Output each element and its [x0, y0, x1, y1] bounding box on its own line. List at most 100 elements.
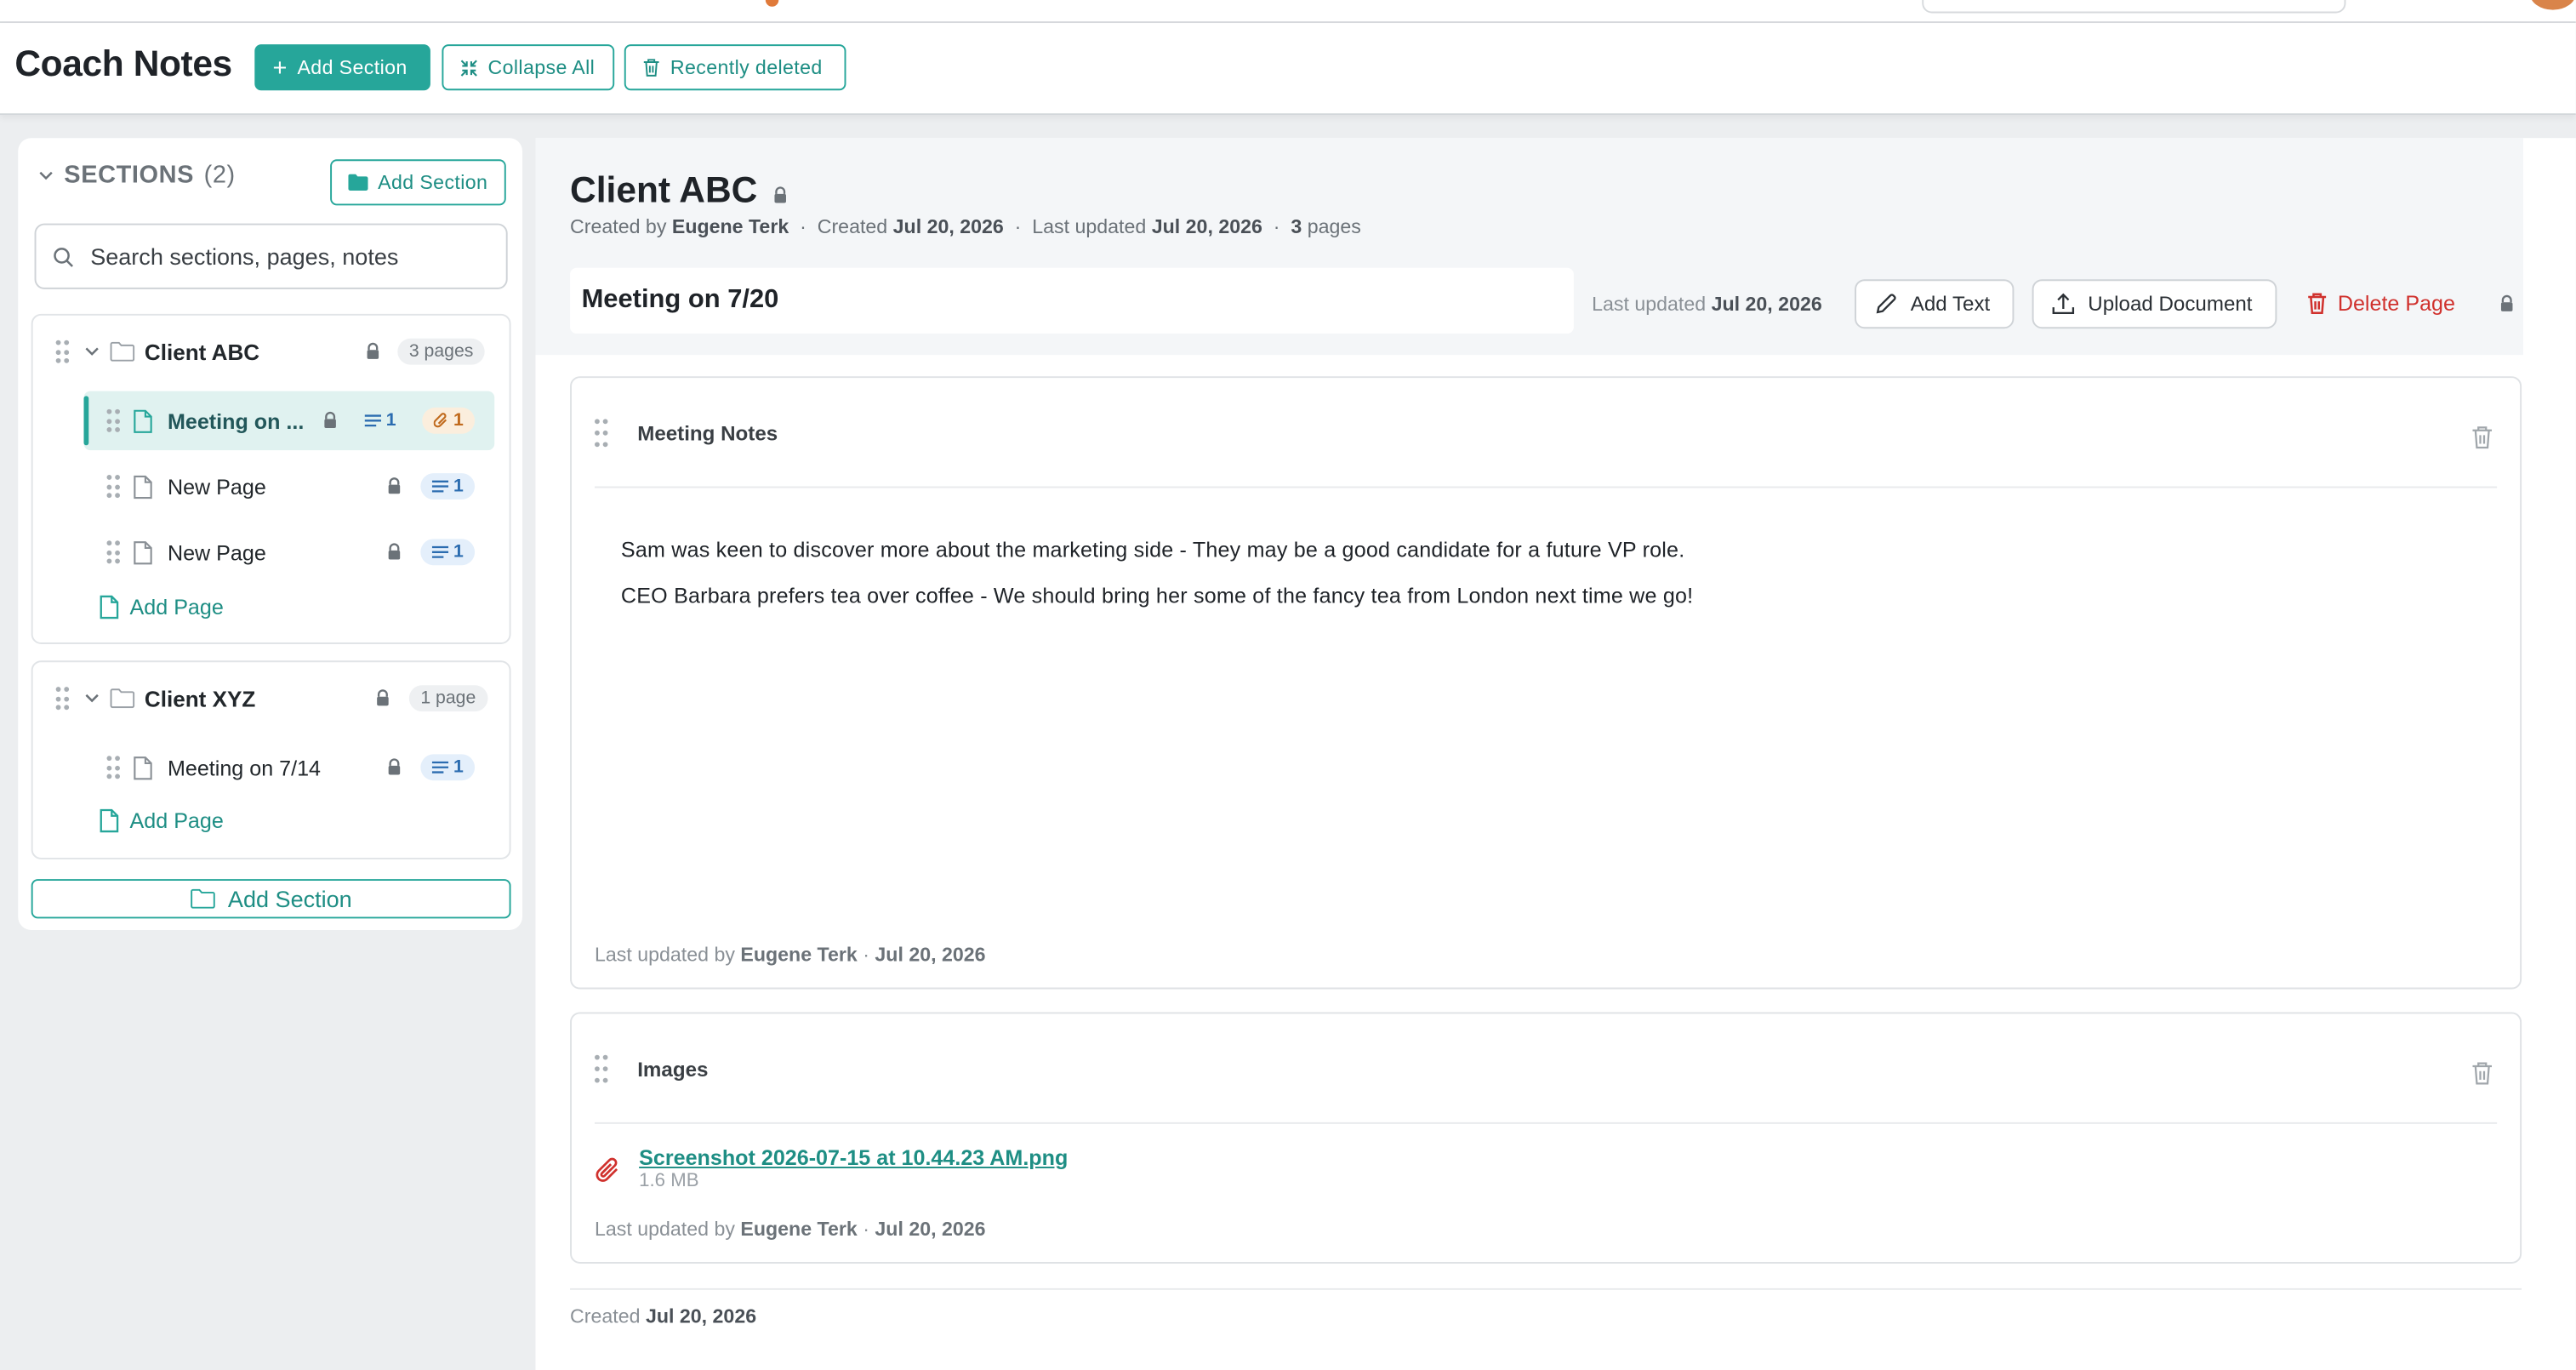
drag-handle-icon[interactable]	[106, 540, 120, 564]
section-row-client-abc[interactable]: Client ABC 3 pages	[33, 325, 510, 378]
lock-icon	[324, 411, 336, 429]
section-title: Client ABC	[570, 169, 790, 212]
drag-handle-icon[interactable]	[55, 340, 70, 363]
page-name: Meeting on ...	[167, 408, 305, 433]
page-item-meeting-7-20[interactable]: Meeting on ... 1 1	[83, 391, 495, 451]
page-created-footer: Created Jul 20, 2026	[570, 1304, 757, 1328]
notes-count-badge: 1	[420, 754, 476, 781]
divider	[570, 1287, 2522, 1290]
drag-handle-icon[interactable]	[106, 408, 120, 432]
section-card-client-abc: Client ABC 3 pages Meeting on ... 1 1 Ne…	[31, 313, 511, 644]
trash-icon	[2308, 293, 2327, 315]
drag-handle-icon[interactable]	[595, 1054, 608, 1083]
card-divider	[595, 1122, 2498, 1124]
text-lines-icon	[431, 480, 449, 493]
text-lines-icon	[431, 545, 449, 558]
add-page-button[interactable]: Add Page	[99, 595, 224, 619]
section-meta: Created by Eugene Terk · Created Jul 20,…	[570, 214, 1361, 238]
add-page-icon	[100, 595, 119, 619]
page-item-meeting-7-14[interactable]: Meeting on 7/14 1	[83, 741, 494, 794]
sections-sidebar: SECTIONS (2) Add Section Client ABC 3 pa…	[18, 138, 523, 930]
page-name: Meeting on 7/14	[167, 755, 321, 780]
lock-icon	[367, 342, 379, 359]
lock-icon[interactable]	[2497, 294, 2516, 314]
notification-dot	[765, 0, 779, 7]
sections-heading[interactable]: SECTIONS (2)	[37, 161, 235, 189]
delete-page-button[interactable]: Delete Page	[2306, 291, 2455, 316]
notes-count-badge: 1	[353, 408, 407, 434]
lock-icon	[388, 543, 401, 560]
page-header: Coach Notes + Add Section Collapse All R…	[0, 23, 2576, 116]
drag-handle-icon[interactable]	[595, 419, 608, 448]
images-card: Images Screenshot 2026-07-15 at 10.44.23…	[570, 1012, 2522, 1264]
sidebar-search[interactable]	[34, 223, 508, 289]
paperclip-icon	[596, 1157, 618, 1182]
sidebar-add-section-button[interactable]: Add Section	[330, 159, 506, 206]
drag-handle-icon[interactable]	[106, 475, 120, 499]
plus-icon: +	[272, 53, 288, 82]
page-title: Coach Notes	[14, 43, 232, 84]
card-title: Images	[637, 1057, 709, 1081]
page-last-updated: Last updated Jul 20, 2026	[1592, 292, 1822, 316]
folder-icon	[190, 888, 215, 909]
section-name: Client ABC	[144, 339, 260, 364]
collapse-icon	[460, 59, 477, 76]
add-text-button[interactable]: Add Text	[1855, 279, 2015, 329]
page-name: New Page	[167, 539, 266, 565]
note-text-area[interactable]: Sam was keen to discover more about the …	[621, 528, 1693, 619]
card-header: Images	[595, 1054, 709, 1083]
lock-icon	[377, 689, 389, 706]
recently-deleted-button[interactable]: Recently deleted	[624, 44, 846, 91]
attachments-count-badge: 1	[422, 407, 476, 434]
drag-handle-icon[interactable]	[106, 756, 120, 779]
section-row-client-xyz[interactable]: Client XYZ 1 page	[33, 672, 510, 725]
drag-handle-icon[interactable]	[55, 687, 70, 711]
main-content: Client ABC Created by Eugene Terk · Crea…	[535, 138, 2576, 1370]
pencil-icon	[1876, 294, 1896, 314]
top-app-bar	[0, 0, 2576, 24]
page-icon	[134, 474, 152, 499]
page-item-new-page[interactable]: New Page 1	[83, 526, 494, 579]
bottom-add-section-button[interactable]: Add Section	[31, 879, 511, 919]
chevron-down-icon[interactable]	[37, 167, 54, 183]
chevron-down-icon[interactable]	[83, 344, 100, 360]
note-line: Sam was keen to discover more about the …	[620, 537, 1685, 562]
trash-icon[interactable]	[2471, 1059, 2493, 1086]
page-icon	[134, 540, 152, 564]
search-input[interactable]	[90, 243, 485, 270]
paperclip-icon	[433, 413, 447, 428]
meeting-notes-card: Meeting Notes Sam was keen to discover m…	[570, 376, 2522, 990]
global-search-input[interactable]	[1922, 0, 2346, 14]
trash-icon	[643, 59, 659, 77]
page-header-panel: Client ABC Created by Eugene Terk · Crea…	[535, 138, 2524, 356]
add-page-icon	[100, 808, 119, 833]
note-line: CEO Barbara prefers tea over coffee - We…	[620, 583, 1694, 608]
pages-count-badge: 3 pages	[397, 338, 485, 365]
chevron-down-icon[interactable]	[83, 690, 100, 706]
text-lines-icon	[431, 761, 449, 773]
upload-document-button[interactable]: Upload Document	[2032, 279, 2277, 329]
notes-count-badge: 1	[420, 473, 476, 500]
add-section-button[interactable]: + Add Section	[254, 44, 430, 91]
avatar[interactable]	[2529, 0, 2576, 10]
page-item-new-page[interactable]: New Page 1	[83, 460, 494, 513]
card-footer: Last updated by Eugene Terk · Jul 20, 20…	[595, 1217, 986, 1241]
search-icon	[54, 247, 73, 266]
folder-icon	[348, 174, 368, 191]
page-name-field[interactable]: Meeting on 7/20	[570, 267, 1574, 334]
card-header: Meeting Notes	[595, 419, 778, 448]
folder-icon	[110, 341, 135, 362]
page-icon	[134, 756, 152, 779]
section-name: Client XYZ	[144, 686, 256, 711]
card-footer: Last updated by Eugene Terk · Jul 20, 20…	[595, 943, 986, 967]
pages-count-badge: 1 page	[408, 685, 487, 712]
upload-icon	[2052, 293, 2075, 315]
trash-icon[interactable]	[2471, 424, 2493, 450]
page-name: New Page	[167, 474, 266, 499]
text-lines-icon	[364, 414, 381, 427]
active-indicator	[83, 396, 89, 446]
section-card-client-xyz: Client XYZ 1 page Meeting on 7/14 1 Add …	[31, 660, 511, 859]
collapse-all-button[interactable]: Collapse All	[442, 44, 615, 91]
add-page-button[interactable]: Add Page	[99, 808, 224, 833]
attachment-link[interactable]: Screenshot 2026-07-15 at 10.44.23 AM.png	[639, 1145, 1068, 1170]
